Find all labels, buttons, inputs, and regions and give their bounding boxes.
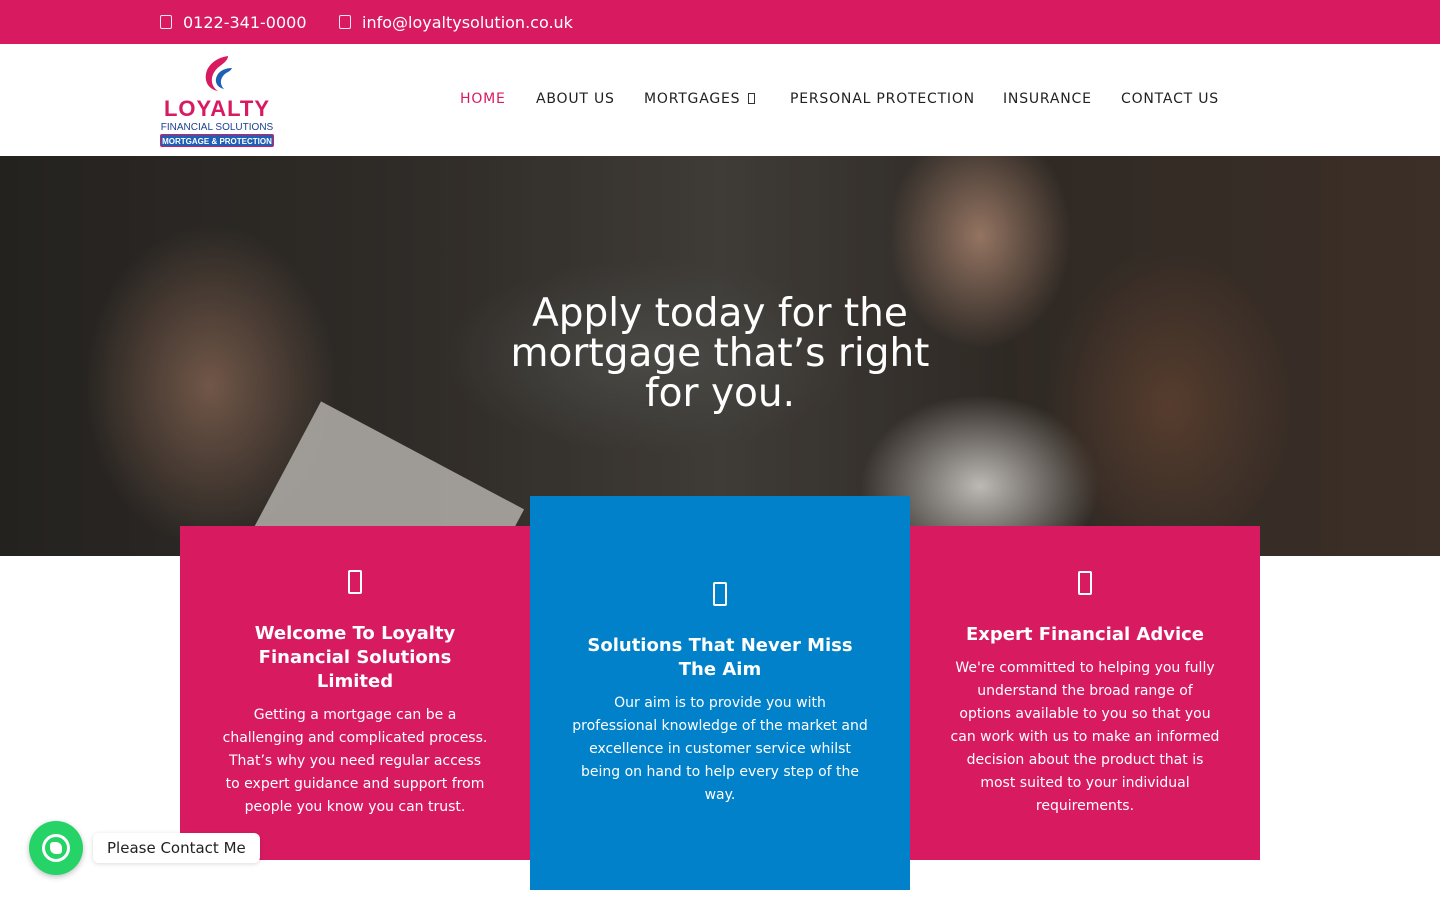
hero-headline: Apply today for the mortgage that’s righ…: [510, 291, 930, 416]
card-title: Expert Financial Advice: [965, 624, 1204, 645]
chevron-down-icon: [748, 93, 756, 104]
nav-insurance[interactable]: INSURANCE: [1003, 91, 1092, 107]
card-text: Our aim is to provide you with professio…: [572, 695, 868, 803]
phone-link[interactable]: 0122-341-0000: [160, 0, 307, 44]
nav-home[interactable]: HOME: [460, 91, 506, 107]
logo-swoosh-icon: [205, 56, 232, 91]
home-icon: [348, 570, 362, 594]
nav-personal-protection[interactable]: PERSONAL PROTECTION: [790, 91, 975, 107]
email-address: info@loyaltysolution.co.uk: [362, 12, 573, 32]
nav-about-us[interactable]: ABOUT US: [536, 91, 615, 107]
card-text: Getting a mortgage can be a challenging …: [222, 707, 488, 815]
phone-number: 0122-341-0000: [183, 12, 307, 32]
phone-icon: [160, 15, 172, 29]
card-title: Solutions That Never Miss The Aim: [587, 635, 853, 680]
nav-contact-us[interactable]: CONTACT US: [1121, 91, 1219, 107]
chat-widget-label[interactable]: Please Contact Me: [93, 833, 260, 863]
card-title: Welcome To Loyalty Financial Solutions L…: [254, 623, 456, 692]
site-logo[interactable]: LOYALTY FINANCIAL SOLUTIONS MORTGAGE & P…: [158, 52, 276, 148]
nav-mortgages-label: MORTGAGES: [644, 91, 741, 107]
advice-icon: [1078, 571, 1092, 595]
nav-mortgages[interactable]: MORTGAGES: [644, 91, 756, 107]
phone-handset-icon: [50, 842, 62, 854]
feature-card-advice: Expert Financial Advice We're committed …: [910, 526, 1260, 860]
logo-tagline: MORTGAGE & PROTECTION: [160, 134, 274, 147]
feature-card-welcome: Welcome To Loyalty Financial Solutions L…: [180, 526, 530, 860]
target-icon: [713, 582, 727, 606]
email-link[interactable]: info@loyaltysolution.co.uk: [339, 0, 573, 44]
whatsapp-icon[interactable]: [29, 821, 83, 875]
logo-brand-text: LOYALTY: [163, 96, 270, 121]
top-contact-bar: 0122-341-0000 info@loyaltysolution.co.uk: [0, 0, 1440, 44]
envelope-icon: [339, 15, 351, 29]
feature-card-solutions: Solutions That Never Miss The Aim Our ai…: [530, 496, 910, 890]
logo-subtitle: FINANCIAL SOLUTIONS: [160, 122, 274, 133]
card-text: We're committed to helping you fully und…: [950, 660, 1220, 814]
